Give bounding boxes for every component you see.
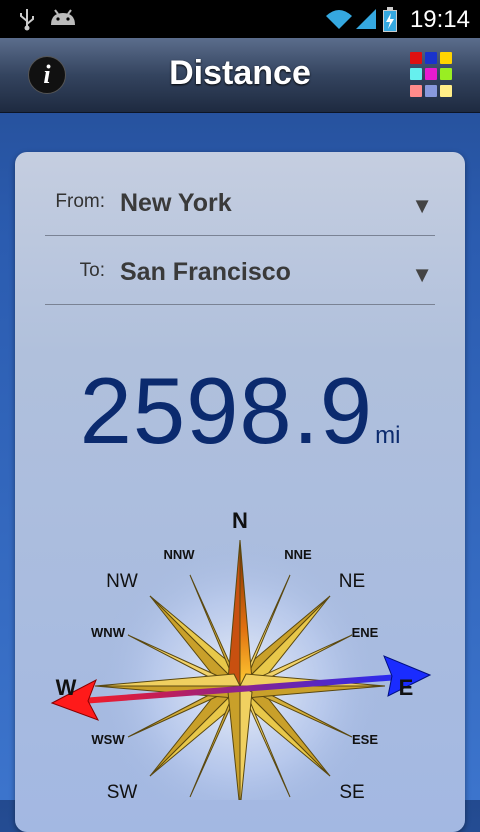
grid-cell-4 — [425, 68, 437, 81]
compass-label-e: E — [399, 675, 414, 700]
page-title: Distance — [169, 54, 311, 92]
to-row[interactable]: To: San Francisco ▼ — [45, 236, 435, 305]
compass-label-nne: NNE — [284, 547, 312, 562]
from-value[interactable]: New York — [120, 189, 232, 218]
compass-label-sw: SW — [107, 782, 138, 800]
to-value[interactable]: San Francisco — [120, 258, 291, 287]
distance-readout: 2598.9mi — [15, 357, 465, 465]
signal-icon — [356, 9, 376, 29]
compass-label-ne: NE — [339, 571, 365, 592]
battery-charging-icon — [383, 7, 397, 32]
grid-cell-6 — [410, 84, 422, 97]
android-icon — [51, 9, 75, 25]
grid-cell-8 — [440, 84, 452, 97]
compass-label-wsw: WSW — [91, 732, 125, 747]
compass-rose: N NNE NNW NE NW ENE WNW E W ESE WSW SE S… — [50, 508, 432, 800]
compass-label-nw: NW — [106, 571, 138, 592]
distance-unit: mi — [375, 422, 401, 449]
usb-icon — [20, 9, 34, 31]
from-label: From: — [55, 191, 105, 212]
status-clock: 19:14 — [409, 6, 470, 33]
distance-value: 2598.9 — [79, 358, 374, 463]
status-bar: 19:14 — [0, 0, 480, 38]
apps-grid-button[interactable] — [410, 52, 456, 98]
compass-label-wnw: WNW — [91, 625, 126, 640]
grid-cell-0 — [410, 52, 422, 64]
from-row[interactable]: From: New York ▼ — [45, 167, 435, 236]
title-bar: i Distance — [0, 38, 480, 113]
compass-label-se: SE — [339, 782, 364, 800]
to-dropdown-icon[interactable]: ▼ — [411, 262, 433, 288]
grid-cell-1 — [425, 52, 437, 64]
compass-label-w: W — [56, 675, 77, 700]
grid-cell-7 — [425, 84, 437, 97]
compass-label-nnw: NNW — [163, 547, 195, 562]
grid-cell-2 — [440, 52, 452, 64]
compass-label-ese: ESE — [352, 732, 378, 747]
compass-label-n: N — [232, 508, 248, 533]
grid-cell-3 — [410, 68, 422, 81]
wifi-icon — [326, 10, 352, 29]
compass-label-ene: ENE — [352, 625, 379, 640]
to-label: To: — [79, 260, 105, 281]
grid-cell-5 — [440, 68, 452, 81]
from-dropdown-icon[interactable]: ▼ — [411, 193, 433, 219]
